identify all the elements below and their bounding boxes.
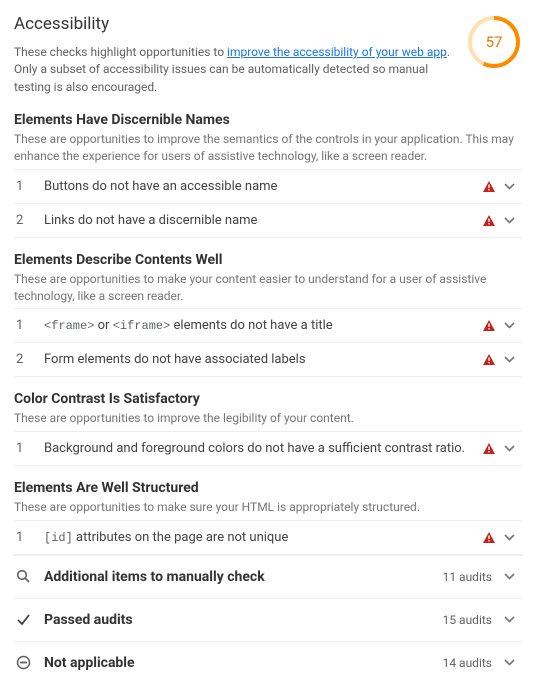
audit-row[interactable]: 1Background and foreground colors do not… [14, 431, 522, 466]
audit-number: 1 [16, 530, 44, 545]
audit-number: 1 [16, 318, 44, 333]
audit-row[interactable]: 1Buttons do not have an accessible name [14, 169, 522, 203]
section-title: Elements Are Well Structured [14, 480, 522, 496]
summary-count: 14 audits [443, 656, 492, 670]
score-value: 57 [466, 14, 522, 70]
audit-text: [id] attributes on the page are not uniq… [44, 530, 480, 545]
chevron-down-icon [498, 534, 520, 541]
chevron-down-icon [498, 217, 520, 224]
summary-row[interactable]: Passed audits15 audits [14, 598, 522, 641]
chevron-down-icon [498, 322, 520, 329]
dash-icon [16, 655, 44, 670]
improve-accessibility-link[interactable]: improve the accessibility of your web ap… [227, 45, 447, 59]
chevron-down-icon [498, 616, 520, 623]
section-title: Elements Have Discernible Names [14, 112, 522, 128]
section-title: Elements Describe Contents Well [14, 252, 522, 268]
audit-text: Form elements do not have associated lab… [44, 352, 480, 367]
audit-row[interactable]: 1[id] attributes on the page are not uni… [14, 520, 522, 555]
summary-label: Not applicable [44, 655, 443, 671]
audit-number: 2 [16, 352, 44, 367]
chevron-down-icon [498, 659, 520, 666]
summary-count: 15 audits [443, 613, 492, 627]
audit-section: Elements Have Discernible Names These are… [14, 112, 522, 238]
audit-section: Elements Are Well Structured These are op… [14, 480, 522, 555]
search-icon [16, 569, 44, 584]
audit-section: Elements Describe Contents Well These are… [14, 252, 522, 378]
chevron-down-icon [498, 573, 520, 580]
page-description: These checks highlight opportunities to … [14, 44, 454, 96]
chevron-down-icon [498, 445, 520, 452]
warning-icon [480, 354, 498, 365]
header: Accessibility These checks highlight opp… [14, 14, 522, 96]
warning-icon [480, 443, 498, 454]
audit-text: Buttons do not have an accessible name [44, 179, 480, 194]
audit-number: 1 [16, 179, 44, 194]
audit-text: Background and foreground colors do not … [44, 441, 480, 456]
section-description: These are opportunities to make sure you… [14, 499, 522, 516]
audit-number: 2 [16, 213, 44, 228]
chevron-down-icon [498, 356, 520, 363]
warning-icon [480, 181, 498, 192]
summary-count: 11 audits [443, 570, 492, 584]
summary-row[interactable]: Additional items to manually check11 aud… [14, 555, 522, 598]
audit-text: <frame> or <iframe> elements do not have… [44, 318, 480, 333]
section-description: These are opportunities to improve the s… [14, 131, 522, 165]
warning-icon [480, 320, 498, 331]
summary-label: Passed audits [44, 612, 443, 628]
check-icon [16, 612, 44, 627]
audit-row[interactable]: 2Links do not have a discernible name [14, 203, 522, 238]
summary-label: Additional items to manually check [44, 569, 443, 585]
section-description: These are opportunities to improve the l… [14, 410, 522, 427]
section-title: Color Contrast Is Satisfactory [14, 391, 522, 407]
warning-icon [480, 532, 498, 543]
header-text: Accessibility These checks highlight opp… [14, 14, 466, 96]
page-title: Accessibility [14, 14, 454, 34]
audit-text: Links do not have a discernible name [44, 213, 480, 228]
chevron-down-icon [498, 183, 520, 190]
audit-number: 1 [16, 441, 44, 456]
audit-row[interactable]: 1<frame> or <iframe> elements do not hav… [14, 308, 522, 342]
summary-row[interactable]: Not applicable14 audits [14, 641, 522, 684]
audit-section: Color Contrast Is Satisfactory These are … [14, 391, 522, 466]
section-description: These are opportunities to make your con… [14, 271, 522, 305]
score-gauge: 57 [466, 14, 522, 70]
audit-row[interactable]: 2Form elements do not have associated la… [14, 342, 522, 377]
warning-icon [480, 215, 498, 226]
